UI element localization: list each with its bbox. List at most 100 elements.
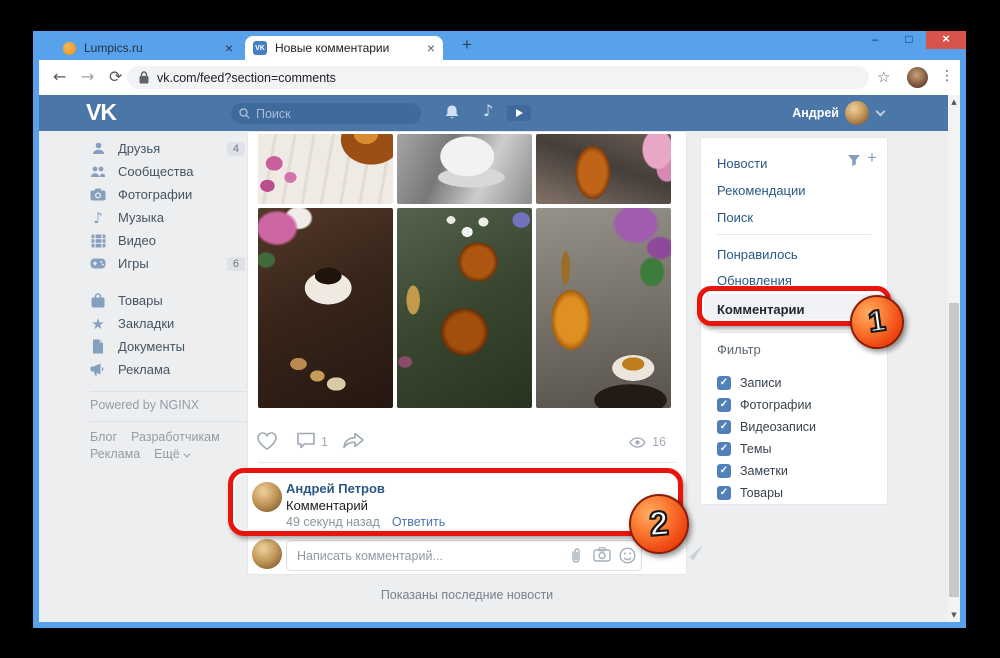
- header-search[interactable]: [231, 103, 421, 124]
- minimize-button[interactable]: –: [858, 31, 892, 49]
- post-views: 16: [629, 435, 666, 449]
- checkbox-checked-icon[interactable]: ✓: [717, 464, 731, 478]
- filter-market[interactable]: ✓ Товары: [717, 483, 783, 503]
- sidebar-item-documents[interactable]: Документы: [90, 335, 245, 358]
- vk-logo[interactable]: VK: [86, 99, 116, 126]
- filter-photos[interactable]: ✓ Фотографии: [717, 395, 811, 415]
- checkbox-checked-icon[interactable]: ✓: [717, 398, 731, 412]
- browser-menu-icon[interactable]: ⋮: [940, 68, 954, 84]
- sidebar-item-video[interactable]: Видео: [90, 229, 245, 252]
- chevron-down-icon: [183, 451, 190, 458]
- sidebar-item-label: Реклама: [118, 362, 245, 377]
- checkbox-checked-icon[interactable]: ✓: [717, 376, 731, 390]
- views-count: 16: [652, 435, 666, 449]
- desktop-background: Lumpics.ru × VK Новые комментарии × + – …: [0, 0, 1000, 658]
- comment-icon[interactable]: [296, 431, 316, 450]
- tab-lumpics[interactable]: Lumpics.ru ×: [55, 36, 241, 60]
- post-photo-1[interactable]: [258, 134, 393, 204]
- sidebar-item-label: Фотографии: [118, 187, 245, 202]
- reload-button[interactable]: ⟳: [109, 67, 122, 86]
- feed-end-note: Показаны последние новости: [247, 588, 687, 602]
- filter-topics[interactable]: ✓ Темы: [717, 439, 771, 459]
- nav-item-recommendations[interactable]: Рекомендации: [717, 183, 806, 198]
- back-button[interactable]: ←: [53, 67, 66, 86]
- music-icon[interactable]: ♪: [483, 101, 493, 120]
- sidebar-divider: [90, 391, 246, 392]
- sidebar-item-label: Закладки: [118, 316, 245, 331]
- header-user-avatar[interactable]: [845, 101, 869, 125]
- tab-title: Новые комментарии: [275, 41, 419, 55]
- chevron-down-icon[interactable]: [876, 107, 886, 117]
- filter-videos[interactable]: ✓ Видеозаписи: [717, 417, 816, 437]
- photo-icon[interactable]: [593, 547, 611, 562]
- post-photo-6[interactable]: [536, 208, 671, 408]
- attach-icon[interactable]: [569, 547, 583, 564]
- checkbox-checked-icon[interactable]: ✓: [717, 442, 731, 456]
- forward-button[interactable]: →: [81, 67, 94, 86]
- page-scrollbar[interactable]: ▲ ▼: [948, 95, 960, 622]
- filter-section-title: Фильтр: [717, 342, 761, 357]
- post-photo-3[interactable]: [536, 134, 671, 204]
- scrollbar-down-icon[interactable]: ▼: [948, 611, 960, 619]
- nav-item-liked[interactable]: Понравилось: [717, 247, 798, 262]
- sidebar-item-label: Документы: [118, 339, 245, 354]
- post-photo-2[interactable]: [397, 134, 532, 204]
- comment-input-box[interactable]: [286, 540, 642, 571]
- browser-profile-avatar[interactable]: [907, 67, 928, 88]
- footer-link-developers[interactable]: Разработчикам: [131, 430, 220, 444]
- share-icon[interactable]: [342, 431, 365, 450]
- search-input[interactable]: [256, 107, 396, 121]
- divider: [717, 234, 871, 235]
- comment-input[interactable]: [297, 542, 517, 569]
- video-play-icon[interactable]: [507, 105, 531, 121]
- header-user-name[interactable]: Андрей: [779, 106, 839, 120]
- footer-link-blog[interactable]: Блог: [90, 430, 117, 444]
- post-photo-4[interactable]: [258, 208, 393, 408]
- scrollbar-up-icon[interactable]: ▲: [948, 98, 960, 106]
- star-icon: ★: [90, 316, 106, 332]
- maximize-button[interactable]: □: [892, 31, 926, 49]
- sidebar-item-photos[interactable]: Фотографии: [90, 183, 245, 206]
- checkbox-checked-icon[interactable]: ✓: [717, 420, 731, 434]
- sidebar-item-label: Товары: [118, 293, 245, 308]
- filter-notes[interactable]: ✓ Заметки: [717, 461, 788, 481]
- divider: [258, 462, 676, 463]
- new-tab-button[interactable]: +: [457, 35, 477, 55]
- bell-icon[interactable]: [444, 104, 460, 121]
- nav-item-search[interactable]: Поиск: [717, 210, 753, 225]
- sidebar-item-communities[interactable]: Сообщества: [90, 160, 245, 183]
- sidebar-item-label: Музыка: [118, 210, 245, 225]
- close-button[interactable]: ×: [926, 31, 966, 49]
- emoji-icon[interactable]: [619, 547, 636, 564]
- post-photo-5[interactable]: [397, 208, 532, 408]
- composer-avatar: [252, 539, 282, 569]
- send-icon[interactable]: [684, 544, 704, 562]
- tab-close-icon[interactable]: ×: [427, 41, 435, 55]
- footer-link-ads[interactable]: Реклама: [90, 447, 140, 461]
- sidebar-item-bookmarks[interactable]: ★ Закладки: [90, 312, 245, 335]
- scrollbar-thumb[interactable]: [949, 303, 959, 597]
- filter-funnel-icon[interactable]: [847, 154, 861, 167]
- nav-item-news[interactable]: Новости: [717, 156, 767, 171]
- sidebar-item-ads[interactable]: Реклама: [90, 358, 245, 381]
- like-icon[interactable]: [256, 431, 278, 451]
- url-text: vk.com/feed?section=comments: [157, 71, 336, 85]
- tab-vk-comments[interactable]: VK Новые комментарии ×: [245, 36, 443, 60]
- sidebar-item-games[interactable]: Игры 6: [90, 252, 245, 275]
- friends-badge: 4: [227, 142, 245, 156]
- sidebar-item-market[interactable]: Товары: [90, 289, 245, 312]
- filter-posts[interactable]: ✓ Записи: [717, 373, 782, 393]
- post-action-bar: 1 16: [248, 428, 688, 458]
- sidebar-item-music[interactable]: ♪ Музыка: [90, 206, 245, 229]
- sidebar-item-friends[interactable]: Друзья 4: [90, 137, 245, 160]
- sidebar-item-label: Сообщества: [118, 164, 245, 179]
- bookmark-star-icon[interactable]: ☆: [877, 68, 890, 86]
- person-icon: [90, 141, 106, 157]
- tab-title: Lumpics.ru: [84, 41, 217, 55]
- address-bar[interactable]: vk.com/feed?section=comments: [127, 66, 869, 89]
- powered-by-text: Powered by NGINX: [90, 398, 199, 412]
- footer-link-more[interactable]: Ещё: [154, 447, 188, 461]
- tab-close-icon[interactable]: ×: [225, 41, 233, 55]
- add-source-icon[interactable]: +: [867, 148, 877, 168]
- checkbox-checked-icon[interactable]: ✓: [717, 486, 731, 500]
